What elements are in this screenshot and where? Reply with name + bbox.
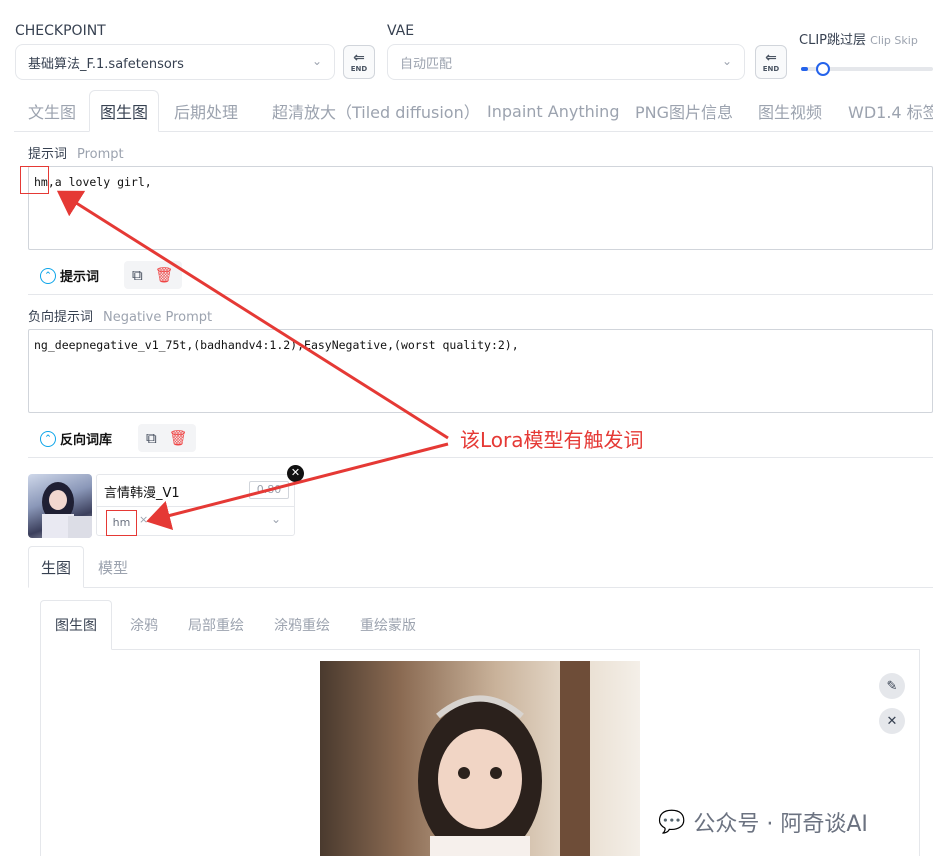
watermark: 💬 公众号 · 阿奇谈AI (658, 806, 868, 838)
annotation-text: 该Lora模型有触发词 (460, 428, 644, 452)
arrow-to-prompt (56, 190, 449, 440)
arrow-to-trigger (146, 442, 449, 531)
img2img-subtab-bar: 图生图 涂鸦 局部重绘 涂鸦重绘 重绘蒙版 (40, 600, 920, 650)
subtab-inpaint-sketch[interactable]: 涂鸦重绘 (274, 600, 330, 650)
generate-tab-bar: 生图 模型 (28, 546, 933, 588)
clear-image-icon[interactable]: ✕ (879, 708, 905, 734)
girl-portrait-icon (418, 661, 590, 856)
tab-model[interactable]: 模型 (98, 546, 128, 588)
edit-image-icon[interactable]: ✎ (879, 673, 905, 699)
subtab-inpaint[interactable]: 局部重绘 (188, 600, 244, 650)
input-image[interactable] (320, 661, 640, 856)
wechat-icon: 💬 (658, 809, 686, 835)
subtab-sketch[interactable]: 涂鸦 (130, 600, 158, 650)
tab-generate[interactable]: 生图 (28, 546, 85, 588)
watermark-text: 公众号 · 阿奇谈AI (693, 812, 868, 837)
subtab-inpaint-upload[interactable]: 重绘蒙版 (360, 600, 416, 650)
subtab-img2img[interactable]: 图生图 (40, 600, 112, 650)
